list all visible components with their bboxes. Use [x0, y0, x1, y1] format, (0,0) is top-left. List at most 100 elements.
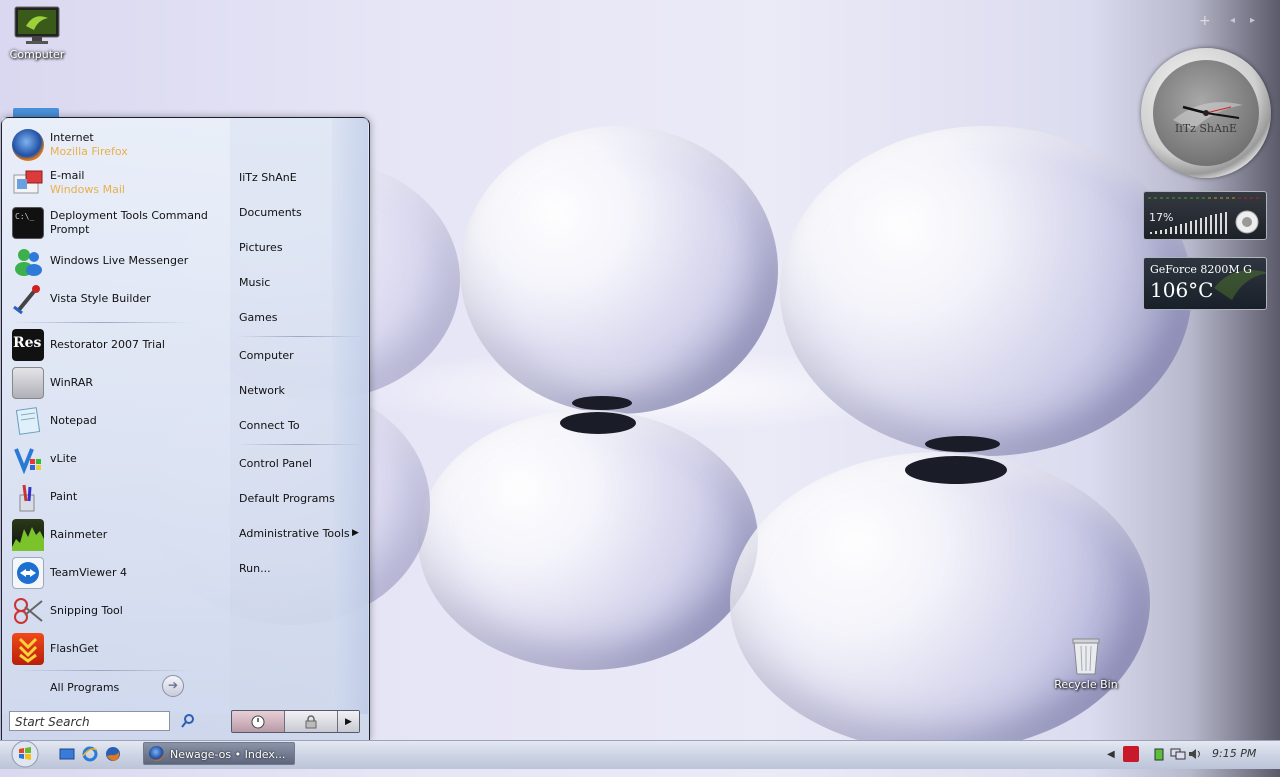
opera-tray-icon[interactable] [1123, 746, 1139, 762]
start-button[interactable] [4, 740, 42, 768]
volume-bars-icon [1150, 212, 1227, 234]
monitor-icon [14, 6, 60, 46]
wallpaper-bubble-hole [905, 456, 1007, 484]
mail-icon [12, 167, 44, 199]
program-label: Rainmeter [50, 528, 108, 541]
gadget-add-button[interactable]: + [1199, 13, 1211, 29]
pinned-item-label: E-mail [50, 169, 85, 182]
firefox-quick-launch-icon[interactable] [105, 746, 121, 762]
program-item-teamviewer[interactable]: TeamViewer 4 [12, 556, 217, 590]
clock-gadget[interactable]: IiTz ShAnE [1141, 48, 1271, 178]
places-item-user[interactable]: IiTz ShAnE [239, 171, 297, 184]
program-item-deployment-tools[interactable]: C:\_ Deployment Tools Command Prompt [12, 206, 217, 240]
places-item-network[interactable]: Network [239, 384, 285, 397]
computer-desktop-label: Computer [9, 48, 65, 61]
all-programs-separator [12, 670, 192, 671]
places-item-computer[interactable]: Computer [239, 349, 294, 362]
tray-expand-icon[interactable]: ◀ [1107, 749, 1115, 777]
gadget-prev-button[interactable]: ◂ [1230, 15, 1235, 26]
places-item-connect-to[interactable]: Connect To [239, 419, 300, 432]
search-icon[interactable] [180, 713, 196, 729]
volume-meter-icon [1148, 197, 1259, 199]
program-item-vlite[interactable]: vLite [12, 442, 217, 476]
rainmeter-icon [12, 519, 44, 551]
all-programs-link[interactable]: All Programs [50, 681, 119, 694]
recycle-bin-desktop-icon[interactable]: Recycle Bin [1046, 636, 1126, 691]
start-search-input[interactable]: Start Search [9, 711, 170, 731]
pinned-item-sub: Mozilla Firefox [50, 145, 128, 158]
program-item-restorator[interactable]: Res Restorator 2007 Trial [12, 328, 217, 362]
places-item-run[interactable]: Run... [239, 562, 271, 575]
program-label: vLite [50, 452, 77, 465]
all-programs-arrow-icon[interactable]: ➔ [162, 675, 184, 697]
places-item-games[interactable]: Games [239, 311, 277, 324]
firefox-task-icon [149, 746, 164, 761]
gpu-name: GeForce 8200M G [1150, 263, 1252, 276]
volume-gadget[interactable]: 17% [1143, 191, 1267, 240]
start-menu: Internet Mozilla Firefox E-mail Windows Ma… [1, 117, 370, 741]
places-item-control-panel[interactable]: Control Panel [239, 457, 312, 470]
cmd-icon: C:\_ [12, 207, 44, 239]
gpu-temperature-gadget[interactable]: GeForce 8200M G 106°C [1143, 257, 1267, 310]
places-item-music[interactable]: Music [239, 276, 270, 289]
program-item-paint[interactable]: Paint [12, 480, 217, 514]
program-label: Deployment Tools Command Prompt [50, 209, 208, 236]
places-item-default-programs[interactable]: Default Programs [239, 492, 335, 505]
show-desktop-icon[interactable] [59, 746, 75, 762]
network-tray-icon[interactable] [1170, 747, 1186, 775]
wallpaper-bubble [418, 410, 758, 670]
program-item-snipping-tool[interactable]: Snipping Tool [12, 594, 217, 628]
program-label: Notepad [50, 414, 97, 427]
pinned-item-internet[interactable]: Internet Mozilla Firefox [12, 128, 217, 162]
program-item-rainmeter[interactable]: Rainmeter [12, 518, 217, 552]
power-button-group: ▶ [231, 710, 360, 733]
style-builder-icon [12, 283, 44, 315]
internet-explorer-icon[interactable] [82, 746, 98, 762]
program-label: FlashGet [50, 642, 99, 655]
program-item-notepad[interactable]: Notepad [12, 404, 217, 438]
lock-icon [305, 714, 317, 728]
programs-separator [12, 322, 192, 323]
submenu-arrow-icon: ▶ [352, 528, 359, 538]
scissors-icon [12, 595, 44, 627]
shutdown-options-button[interactable]: ▶ [338, 711, 359, 732]
program-label: WinRAR [50, 376, 94, 389]
start-menu-programs-pane: Internet Mozilla Firefox E-mail Windows Ma… [2, 118, 230, 714]
windows-orb-icon [11, 740, 39, 768]
pinned-item-sub: Windows Mail [50, 183, 125, 196]
taskbar-clock[interactable]: 9:15 PM [1212, 747, 1256, 760]
volume-tray-icon[interactable] [1188, 747, 1202, 775]
program-label: Paint [50, 490, 78, 503]
gpu-temperature: 106°C [1150, 278, 1214, 302]
pinned-item-label: Internet [50, 131, 94, 144]
gadget-next-button[interactable]: ▸ [1250, 15, 1255, 26]
lock-button[interactable] [285, 711, 338, 732]
restorator-icon: Res [12, 329, 44, 361]
power-icon [251, 715, 265, 728]
power-tray-icon[interactable] [1152, 747, 1166, 775]
vlite-icon [12, 443, 44, 475]
power-button[interactable] [232, 711, 285, 732]
taskbar-window-button[interactable]: Newage-os • Index... [143, 742, 295, 765]
program-item-flashget[interactable]: FlashGet [12, 632, 217, 666]
flashget-icon [12, 633, 44, 665]
speaker-icon [1235, 210, 1259, 234]
program-item-messenger[interactable]: Windows Live Messenger [12, 244, 217, 278]
arrow-right-icon: ▶ [345, 716, 352, 727]
program-item-winrar[interactable]: WinRAR [12, 366, 217, 400]
recycle-bin-label: Recycle Bin [1054, 678, 1118, 691]
program-label: Windows Live Messenger [50, 254, 189, 267]
places-item-documents[interactable]: Documents [239, 206, 302, 219]
program-item-vista-style-builder[interactable]: Vista Style Builder [12, 282, 217, 316]
winrar-icon [12, 367, 44, 399]
program-label: Snipping Tool [50, 604, 123, 617]
program-label: Restorator 2007 Trial [50, 338, 165, 351]
wallpaper-bubble-hole [572, 396, 632, 410]
computer-desktop-icon[interactable]: Computer [0, 6, 77, 61]
wallpaper-bubble [780, 126, 1192, 456]
places-item-pictures[interactable]: Pictures [239, 241, 283, 254]
places-item-administrative-tools[interactable]: Administrative Tools [239, 527, 350, 540]
pinned-item-email[interactable]: E-mail Windows Mail [12, 166, 217, 200]
wallpaper-bubble-hole [560, 412, 636, 434]
program-label: Vista Style Builder [50, 292, 151, 305]
